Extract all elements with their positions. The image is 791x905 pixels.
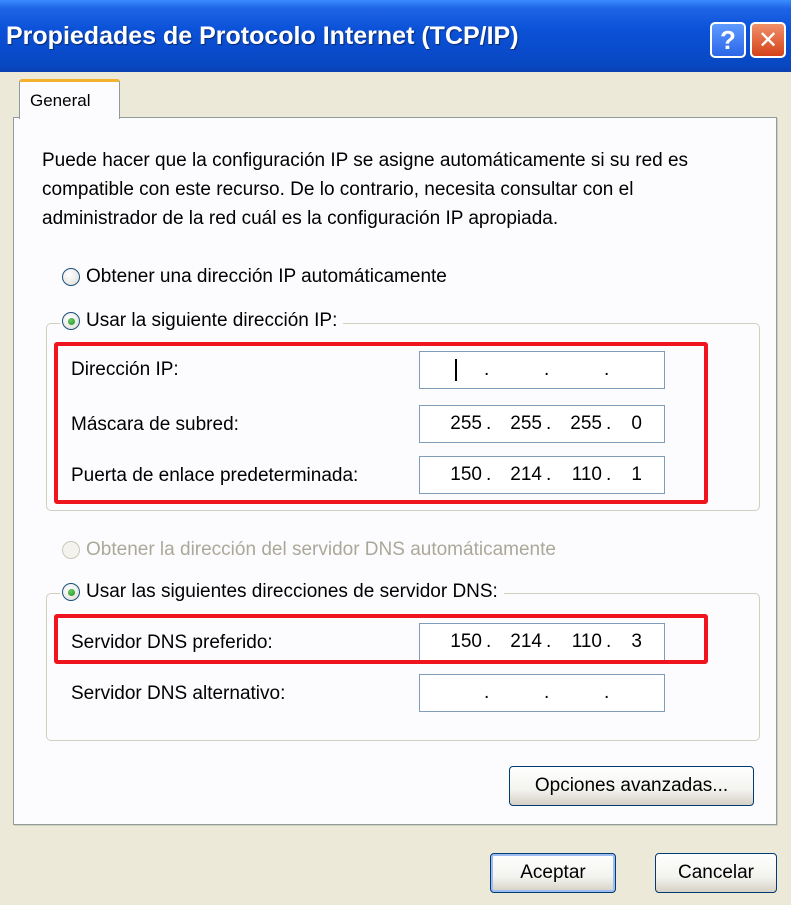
advanced-options-button[interactable]: Opciones avanzadas... [509,766,754,806]
radio-dns-manual[interactable]: Usar las siguientes direcciones de servi… [60,581,504,603]
close-icon: ✕ [757,26,779,54]
radio-ip-auto[interactable]: Obtener una dirección IP automáticamente [62,266,447,288]
radio-ip-auto-label: Obtener una dirección IP automáticamente [86,266,447,287]
radio-dns-auto-label: Obtener la dirección del servidor DNS au… [86,539,556,560]
radio-ip-manual[interactable]: Usar la siguiente dirección IP: [60,310,344,332]
alternate-dns-octet-1 [420,675,482,711]
radio-ip-manual-label: Usar la siguiente dirección IP: [86,310,338,331]
tab-general[interactable]: General [19,79,120,119]
radio-ip-manual-control[interactable] [62,312,80,330]
close-button[interactable]: ✕ [750,22,786,58]
alternate-dns-input[interactable]: . . . [419,674,665,712]
radio-dns-manual-control[interactable] [62,583,80,601]
radio-dns-auto: Obtener la dirección del servidor DNS au… [62,539,556,561]
radio-ip-auto-control[interactable] [62,268,80,286]
ok-button-label: Aceptar [520,862,586,883]
highlight-dns-field [54,614,708,664]
alternate-dns-label: Servidor DNS alternativo: [71,683,286,704]
octet-separator: . [604,682,610,703]
advanced-options-label: Opciones avanzadas... [534,775,729,796]
alternate-dns-octet-2 [490,675,542,711]
octet-separator: . [544,682,550,703]
radio-dns-auto-control [62,541,80,559]
description-text: Puede hacer que la configuración IP se a… [42,150,689,229]
ok-button[interactable]: Aceptar [490,853,616,893]
help-icon: ? [720,24,736,55]
help-button[interactable]: ? [710,22,746,58]
tab-general-label: General [30,90,91,110]
highlight-ip-fields [54,342,708,504]
title-bar[interactable]: Propiedades de Protocolo Internet (TCP/I… [0,0,791,72]
window-title: Propiedades de Protocolo Internet (TCP/I… [6,22,519,50]
alternate-dns-octet-3 [550,675,602,711]
octet-separator: . [484,682,490,703]
radio-dns-manual-label: Usar las siguientes direcciones de servi… [86,581,498,602]
cancel-button[interactable]: Cancelar [655,853,777,893]
alternate-dns-octet-4 [610,675,642,711]
cancel-button-label: Cancelar [677,862,755,883]
